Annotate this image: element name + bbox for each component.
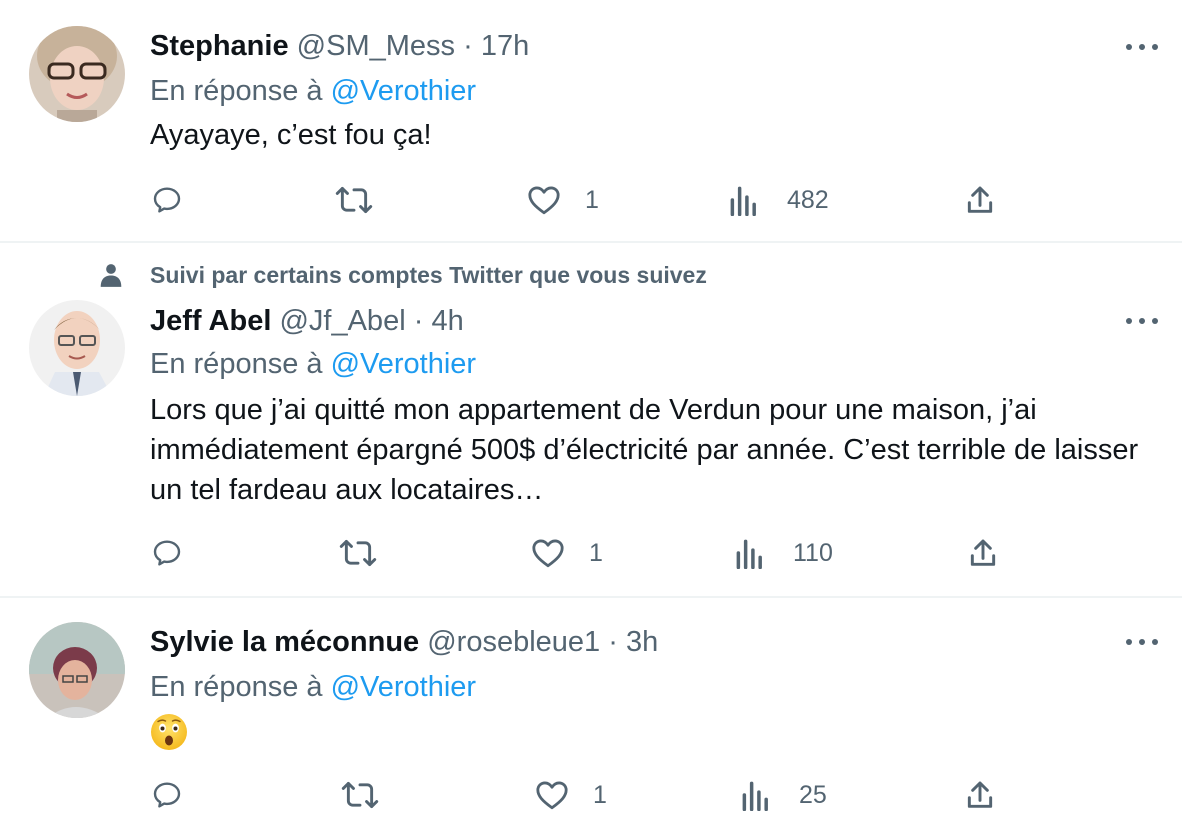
reply-prefix: En réponse à: [150, 75, 323, 107]
share-button[interactable]: [963, 779, 997, 811]
timestamp[interactable]: 17h: [481, 30, 529, 62]
views-button[interactable]: 110: [735, 537, 833, 569]
mention-link[interactable]: @Verothier: [331, 348, 477, 380]
heart-icon: [528, 186, 560, 215]
share-icon: [967, 186, 993, 213]
heart-icon: [536, 781, 568, 810]
more-options-icon[interactable]: [1126, 316, 1158, 326]
reply-button[interactable]: [150, 184, 184, 216]
retweet-button[interactable]: [341, 779, 379, 811]
username[interactable]: @Jf_Abel: [279, 305, 405, 337]
username[interactable]: @SM_Mess: [297, 30, 455, 62]
tweet-header: Stephanie @SM_Mess · 17h: [150, 28, 529, 64]
views-count: 110: [793, 538, 833, 567]
retweet-button[interactable]: [339, 537, 377, 569]
timestamp[interactable]: 3h: [626, 626, 658, 658]
views-chart-icon: [742, 781, 768, 811]
divider: [0, 241, 1182, 243]
views-button[interactable]: 25: [741, 779, 827, 811]
timestamp[interactable]: 4h: [431, 305, 463, 337]
reply-icon: [153, 187, 181, 213]
like-count: 1: [593, 780, 607, 809]
reply-context: En réponse à @Verothier: [150, 669, 476, 705]
mention-link[interactable]: @Verothier: [331, 75, 477, 107]
reply-prefix: En réponse à: [150, 348, 323, 380]
like-button[interactable]: 1: [531, 537, 603, 569]
display-name[interactable]: Jeff Abel: [150, 305, 271, 337]
views-chart-icon: [736, 539, 762, 569]
like-button[interactable]: 1: [535, 779, 607, 811]
retweet-icon: [335, 186, 373, 214]
mention-link[interactable]: @Verothier: [331, 671, 477, 703]
tweet-header: Sylvie la méconnue @rosebleue1 · 3h: [150, 624, 658, 660]
reply-icon: [153, 782, 181, 808]
like-count: 1: [589, 538, 603, 567]
avatar[interactable]: [29, 622, 125, 718]
more-options-icon[interactable]: [1126, 42, 1158, 52]
avatar[interactable]: [29, 26, 125, 122]
like-count: 1: [585, 185, 599, 214]
divider: [0, 596, 1182, 598]
avatar[interactable]: [29, 300, 125, 396]
tweet-text: Lors que j’ai quitté mon appartement de …: [150, 394, 1139, 506]
separator: ·: [608, 626, 618, 658]
views-count: 25: [799, 780, 827, 809]
reply-context: En réponse à @Verothier: [150, 346, 476, 382]
reply-prefix: En réponse à: [150, 671, 323, 703]
more-options-icon[interactable]: [1126, 637, 1158, 647]
social-context: Suivi par certains comptes Twitter que v…: [150, 262, 707, 288]
retweet-icon: [339, 539, 377, 567]
username[interactable]: @rosebleue1: [427, 626, 600, 658]
views-chart-icon: [730, 186, 756, 216]
display-name[interactable]: Stephanie: [150, 30, 289, 62]
retweet-icon: [341, 781, 379, 809]
reply-button[interactable]: [150, 779, 184, 811]
tweet-text: Ayayaye, c’est fou ça!: [150, 119, 432, 151]
person-icon: [98, 262, 124, 293]
tweet-header: Jeff Abel @Jf_Abel · 4h: [150, 303, 464, 339]
astonished-face-emoji: [150, 713, 188, 756]
reply-icon: [153, 540, 181, 566]
share-button[interactable]: [963, 184, 997, 216]
share-icon: [970, 539, 996, 566]
separator: ·: [463, 30, 473, 62]
views-count: 482: [787, 185, 829, 214]
share-icon: [967, 781, 993, 808]
separator: ·: [413, 305, 424, 337]
views-button[interactable]: 482: [729, 184, 829, 216]
heart-icon: [532, 539, 564, 568]
share-button[interactable]: [966, 537, 1000, 569]
reply-context: En réponse à @Verothier: [150, 73, 476, 109]
retweet-button[interactable]: [335, 184, 373, 216]
like-button[interactable]: 1: [527, 184, 599, 216]
reply-button[interactable]: [150, 537, 184, 569]
display-name[interactable]: Sylvie la méconnue: [150, 626, 419, 658]
